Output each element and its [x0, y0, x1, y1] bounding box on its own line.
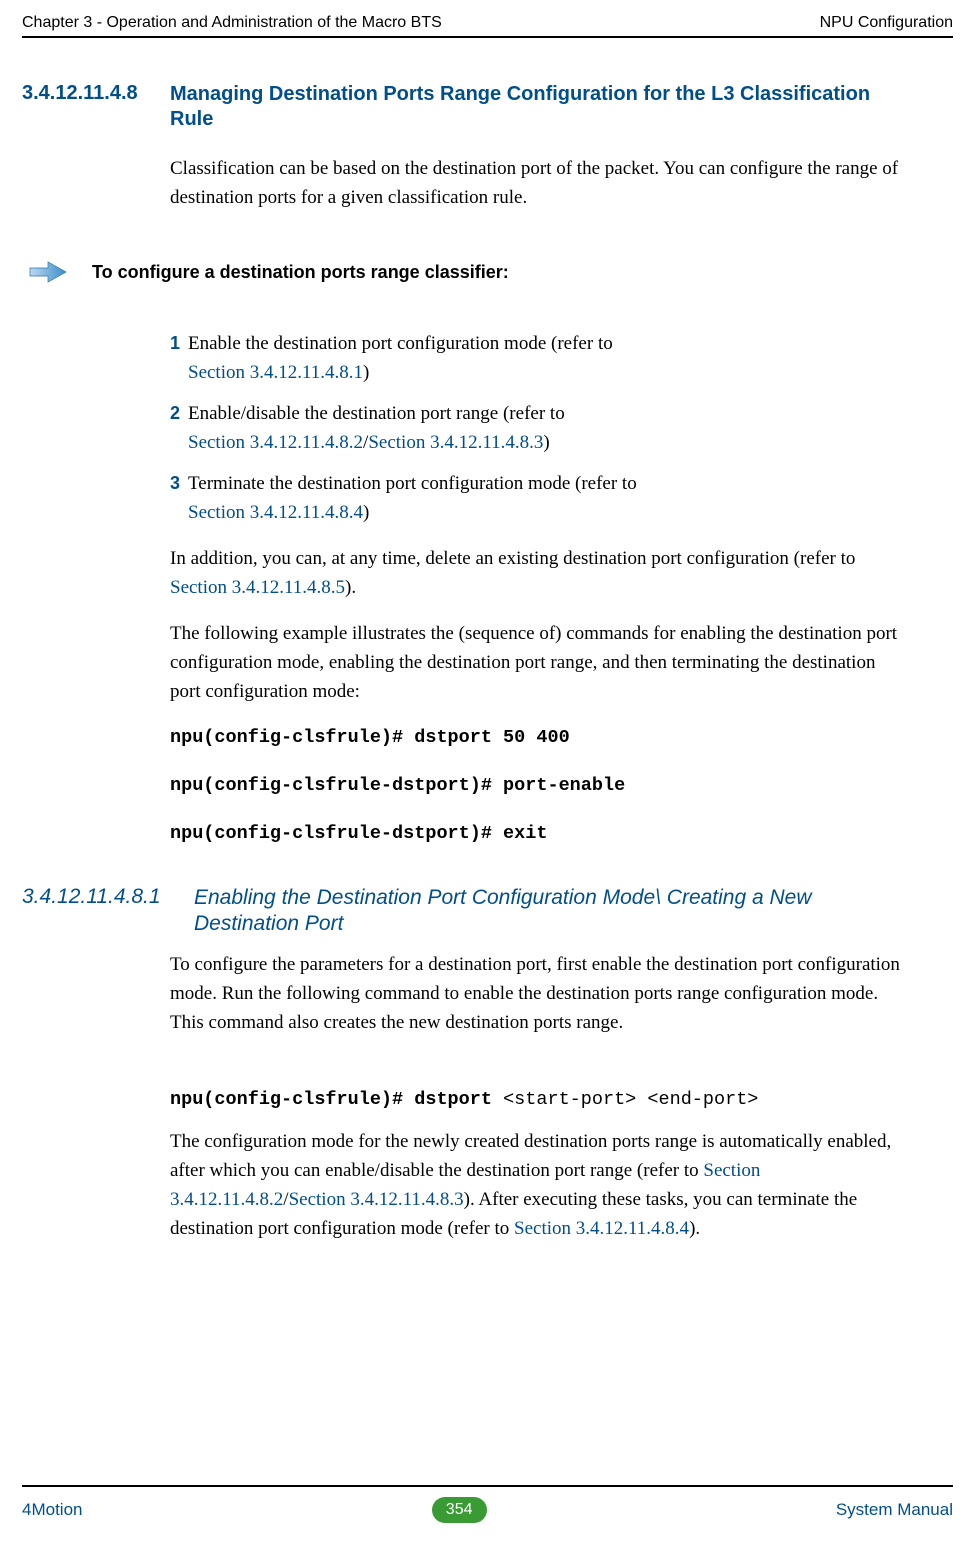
cmd-args: <start-port> <end-port> — [503, 1089, 758, 1110]
to-configure-heading: To configure a destination ports range c… — [92, 262, 509, 283]
step-3: 3 Terminate the destination port configu… — [188, 470, 910, 527]
xref-link[interactable]: Section 3.4.12.11.4.8.2 — [188, 432, 363, 453]
step-text: Terminate the destination port configura… — [188, 473, 637, 494]
step-after: ) — [363, 502, 369, 523]
section-intro: Classification can be based on the desti… — [170, 155, 910, 213]
header-rule — [22, 36, 953, 38]
step-number: 3 — [170, 470, 180, 497]
arrow-right-icon — [28, 260, 66, 282]
addition-text-b: ). — [345, 577, 356, 598]
code-line-3: npu(config-clsfrule-dstport)# exit — [170, 820, 910, 848]
step-number: 1 — [170, 330, 180, 357]
code-line-1: npu(config-clsfrule)# dstport 50 400 — [170, 724, 910, 752]
example-paragraph: The following example illustrates the (s… — [170, 620, 910, 707]
step-text: Enable/disable the destination port rang… — [188, 403, 565, 424]
step-text: Enable the destination port configuratio… — [188, 333, 613, 354]
subsection-p1: To configure the parameters for a destin… — [170, 951, 910, 1038]
p2-a: The configuration mode for the newly cre… — [170, 1131, 891, 1181]
section-title: Managing Destination Ports Range Configu… — [170, 82, 915, 132]
page-number-badge: 354 — [432, 1497, 487, 1523]
xref-link[interactable]: Section 3.4.12.11.4.8.5 — [170, 577, 345, 598]
xref-link[interactable]: Section 3.4.12.11.4.8.4 — [188, 502, 363, 523]
subsection-title: Enabling the Destination Port Configurat… — [194, 885, 914, 938]
xref-link[interactable]: Section 3.4.12.11.4.8.3 — [368, 432, 543, 453]
xref-link[interactable]: Section 3.4.12.11.4.8.4 — [514, 1218, 689, 1239]
subsection-p2: The configuration mode for the newly cre… — [170, 1128, 910, 1244]
step-after: ) — [543, 432, 549, 453]
footer-right: System Manual — [836, 1500, 953, 1520]
header-chapter: Chapter 3 - Operation and Administration… — [22, 14, 442, 32]
step-number: 2 — [170, 400, 180, 427]
page-header: Chapter 3 - Operation and Administration… — [22, 14, 953, 32]
xref-link[interactable]: Section 3.4.12.11.4.8.3 — [289, 1189, 464, 1210]
section-number: 3.4.12.11.4.8 — [22, 82, 138, 105]
code-line-2: npu(config-clsfrule-dstport)# port-enabl… — [170, 772, 910, 800]
subsection-command: npu(config-clsfrule)# dstport <start-por… — [170, 1085, 910, 1114]
addition-text-a: In addition, you can, at any time, delet… — [170, 548, 855, 569]
footer-rule — [22, 1485, 953, 1487]
xref-link[interactable]: Section 3.4.12.11.4.8.1 — [188, 362, 363, 383]
page-footer: 4Motion 354 System Manual — [22, 1497, 953, 1523]
addition-paragraph: In addition, you can, at any time, delet… — [170, 545, 910, 603]
step-2: 2 Enable/disable the destination port ra… — [188, 400, 910, 457]
footer-left: 4Motion — [22, 1500, 82, 1520]
subsection-number: 3.4.12.11.4.8.1 — [22, 885, 161, 909]
header-subject: NPU Configuration — [820, 14, 953, 32]
step-after: ) — [363, 362, 369, 383]
step-1: 1 Enable the destination port configurat… — [188, 330, 910, 387]
p2-c: ). — [689, 1218, 700, 1239]
cmd-bold: npu(config-clsfrule)# dstport — [170, 1089, 503, 1110]
